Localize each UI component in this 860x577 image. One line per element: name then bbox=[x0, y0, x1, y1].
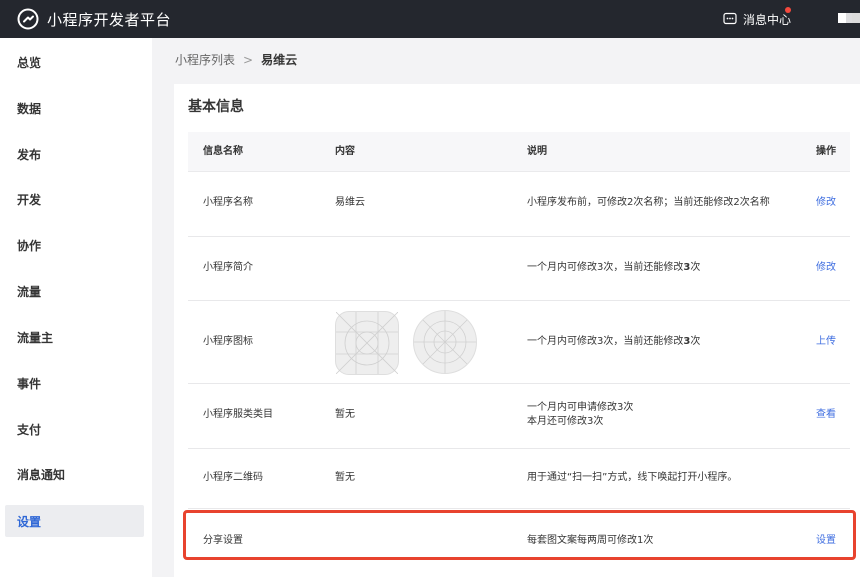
table-row: 小程序二维码 暂无 用于通过“扫一扫”方式，线下唤起打开小程序。 bbox=[188, 449, 850, 509]
modify-intro-link[interactable]: 修改 bbox=[816, 262, 836, 274]
sidebar-item-label: 总览 bbox=[17, 55, 42, 70]
column-header-action: 操作 bbox=[816, 146, 836, 157]
row-name: 小程序图标 bbox=[203, 336, 253, 347]
sidebar-item-label: 设置 bbox=[17, 514, 42, 529]
sidebar-item-label: 消息通知 bbox=[17, 467, 66, 482]
row-description: 小程序发布前，可修改2次名称；当前还能修改2次名称 bbox=[527, 197, 770, 208]
row-description: 用于通过“扫一扫”方式，线下唤起打开小程序。 bbox=[527, 472, 738, 483]
user-avatar[interactable] bbox=[838, 13, 860, 23]
sidebar-item-settings[interactable]: 设置 bbox=[5, 505, 144, 537]
row-content: 易维云 bbox=[335, 197, 365, 208]
column-header-content: 内容 bbox=[335, 146, 355, 157]
table-row: 小程序服类类目 暂无 一个月内可申请修改3次 本月还可修改3次 查看 bbox=[188, 384, 850, 449]
breadcrumb-separator: > bbox=[243, 52, 254, 67]
row-name: 小程序二维码 bbox=[203, 472, 263, 483]
sidebar-item-label: 流量 bbox=[17, 284, 42, 299]
row-content: 暂无 bbox=[335, 472, 355, 483]
sidebar-item-label: 事件 bbox=[17, 376, 42, 391]
miniprogram-logo-icon[interactable] bbox=[17, 8, 39, 30]
sidebar-item-events[interactable]: 事件 bbox=[0, 367, 152, 399]
sidebar-item-notifications[interactable]: 消息通知 bbox=[0, 458, 152, 490]
breadcrumb-parent-link[interactable]: 小程序列表 bbox=[175, 51, 235, 68]
sidebar-item-overview[interactable]: 总览 bbox=[0, 46, 152, 78]
breadcrumb-current: 易维云 bbox=[261, 53, 298, 67]
sidebar-item-label: 支付 bbox=[17, 422, 42, 437]
table-row: 小程序图标 一个月内可修改3次，当前还能修改3次 上传 bbox=[188, 301, 850, 384]
upload-icon-link[interactable]: 上传 bbox=[816, 336, 836, 348]
sidebar-item-ad-host[interactable]: 流量主 bbox=[0, 321, 152, 353]
sidebar-item-label: 开发 bbox=[17, 192, 42, 207]
sidebar-item-label: 协作 bbox=[17, 238, 42, 253]
message-icon bbox=[723, 12, 737, 26]
row-content: 暂无 bbox=[335, 409, 355, 420]
message-center-label: 消息中心 bbox=[743, 12, 792, 27]
sidebar-item-traffic[interactable]: 流量 bbox=[0, 275, 152, 307]
row-description: 一个月内可修改3次，当前还能修改3次 bbox=[527, 336, 701, 347]
sidebar-item-label: 数据 bbox=[17, 101, 42, 116]
sidebar-item-label: 流量主 bbox=[17, 330, 54, 345]
table-row: 小程序名称 易维云 小程序发布前，可修改2次名称；当前还能修改2次名称 修改 bbox=[188, 172, 850, 237]
section-title: 基本信息 bbox=[188, 99, 244, 115]
table-header: 信息名称 内容 说明 操作 bbox=[188, 132, 850, 172]
row-name: 小程序名称 bbox=[203, 197, 253, 208]
sidebar: 总览 数据 发布 开发 协作 流量 流量主 事件 支付 消息通知 设置 bbox=[0, 38, 152, 577]
sidebar-item-label: 发布 bbox=[17, 147, 42, 162]
highlight-box bbox=[183, 510, 856, 560]
sidebar-item-collaborate[interactable]: 协作 bbox=[0, 229, 152, 261]
row-description: 一个月内可修改3次，当前还能修改3次 bbox=[527, 262, 701, 273]
view-category-link[interactable]: 查看 bbox=[816, 409, 836, 421]
sidebar-item-publish[interactable]: 发布 bbox=[0, 138, 152, 170]
modify-name-link[interactable]: 修改 bbox=[816, 197, 836, 209]
column-header-name: 信息名称 bbox=[203, 146, 243, 157]
app-icon-round-placeholder bbox=[413, 310, 477, 374]
table-row: 小程序简介 一个月内可修改3次，当前还能修改3次 修改 bbox=[188, 237, 850, 301]
row-name: 小程序服类类目 bbox=[203, 409, 273, 420]
row-name: 小程序简介 bbox=[203, 262, 253, 273]
column-header-description: 说明 bbox=[527, 146, 547, 157]
sidebar-item-data[interactable]: 数据 bbox=[0, 92, 152, 124]
sidebar-item-develop[interactable]: 开发 bbox=[0, 183, 152, 215]
row-description: 一个月内可申请修改3次 bbox=[527, 402, 634, 413]
message-center-button[interactable]: 消息中心 bbox=[723, 0, 791, 38]
notification-badge bbox=[785, 7, 791, 13]
breadcrumb: 小程序列表 > 易维云 bbox=[175, 51, 297, 68]
row-description-line2: 本月还可修改3次 bbox=[527, 416, 604, 427]
sidebar-item-payment[interactable]: 支付 bbox=[0, 413, 152, 445]
app-title[interactable]: 小程序开发者平台 bbox=[47, 9, 171, 30]
app-icon-square-placeholder bbox=[335, 311, 399, 375]
